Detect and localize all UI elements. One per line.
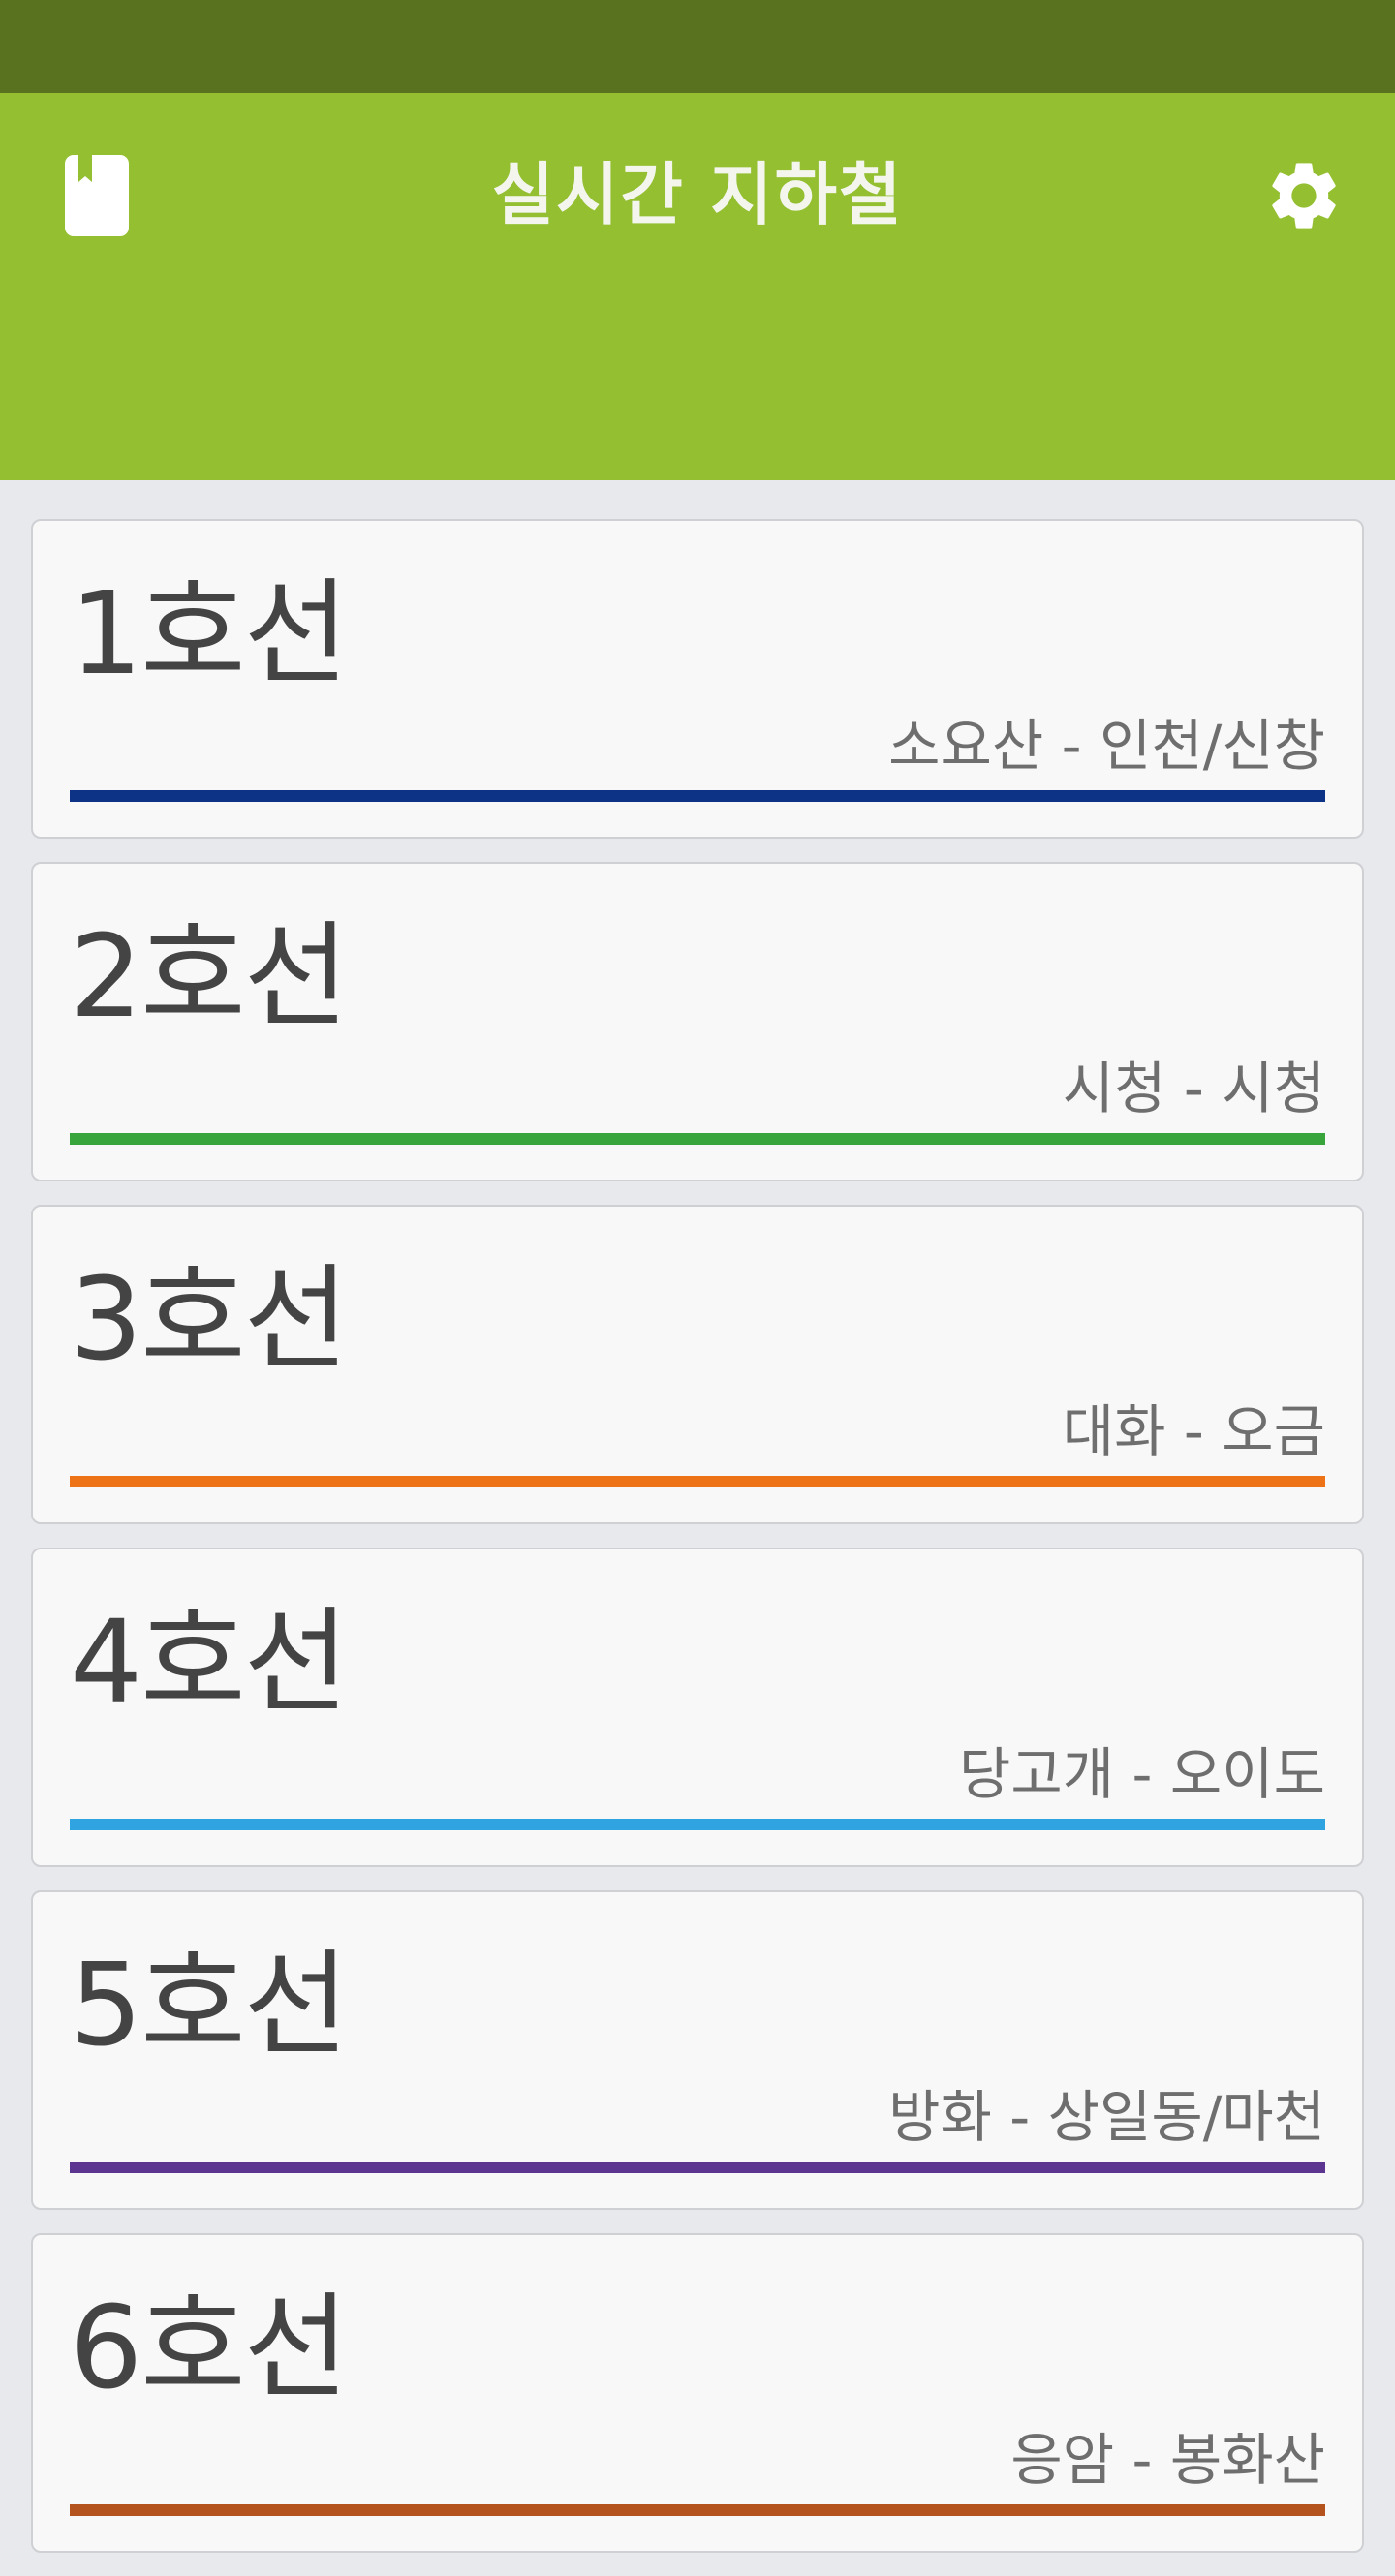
gear-icon-graphic bbox=[1272, 163, 1336, 229]
app-header: 실시간 지하철 bbox=[0, 93, 1395, 480]
line-card-4[interactable]: 4호선 당고개 - 오이도 bbox=[31, 1548, 1364, 1867]
line-route: 방화 - 상일동/마천 bbox=[888, 2084, 1325, 2150]
line-route: 대화 - 오금 bbox=[1062, 1398, 1325, 1464]
line-route: 당고개 - 오이도 bbox=[959, 1741, 1325, 1807]
line-name: 4호선 bbox=[70, 1595, 349, 1729]
line-name: 6호선 bbox=[70, 2281, 349, 2414]
line-color-bar bbox=[70, 1476, 1325, 1487]
line-route: 응암 - 봉화산 bbox=[1010, 2427, 1325, 2493]
line-card-2[interactable]: 2호선 시청 - 시청 bbox=[31, 862, 1364, 1181]
line-name: 5호선 bbox=[70, 1938, 349, 2071]
status-bar bbox=[0, 0, 1395, 93]
line-color-bar bbox=[70, 2162, 1325, 2173]
line-route: 소요산 - 인천/신창 bbox=[888, 713, 1325, 779]
line-name: 1호선 bbox=[70, 567, 349, 700]
line-card-5[interactable]: 5호선 방화 - 상일동/마천 bbox=[31, 1890, 1364, 2210]
line-color-bar bbox=[70, 1133, 1325, 1145]
line-route: 시청 - 시청 bbox=[1062, 1056, 1325, 1121]
line-name: 2호선 bbox=[70, 909, 349, 1043]
line-color-bar bbox=[70, 2504, 1325, 2516]
app-title: 실시간 지하철 bbox=[491, 155, 904, 234]
line-card-1[interactable]: 1호선 소요산 - 인천/신창 bbox=[31, 519, 1364, 839]
subway-line-list: 1호선 소요산 - 인천/신창 2호선 시청 - 시청 3호선 대화 - 오금 … bbox=[31, 519, 1364, 2576]
line-card-6[interactable]: 6호선 응암 - 봉화산 bbox=[31, 2233, 1364, 2553]
line-color-bar bbox=[70, 790, 1325, 802]
gear-icon[interactable] bbox=[1261, 153, 1347, 238]
line-name: 3호선 bbox=[70, 1252, 349, 1386]
line-color-bar bbox=[70, 1819, 1325, 1830]
line-card-3[interactable]: 3호선 대화 - 오금 bbox=[31, 1205, 1364, 1524]
